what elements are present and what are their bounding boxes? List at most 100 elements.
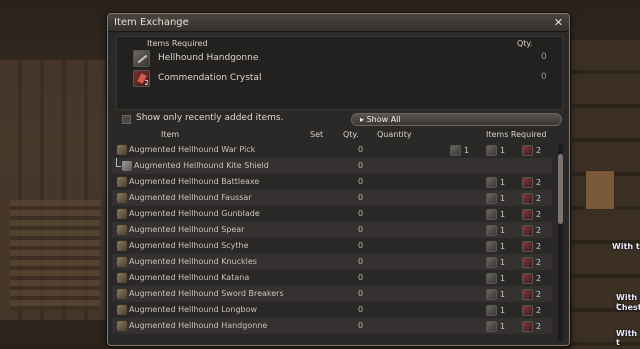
required-item-cell[interactable]: 2	[522, 224, 541, 236]
window-titlebar[interactable]: Item Exchange ✕	[108, 14, 569, 32]
list-item[interactable]: Augmented Hellhound Sword Breakers 0 1 2	[112, 286, 552, 302]
required-count: 2	[536, 273, 542, 283]
required-count: 2	[536, 177, 542, 187]
crystal-icon	[522, 288, 533, 300]
required-item-cell[interactable]: 1	[486, 304, 505, 316]
item-qty: 0	[358, 321, 364, 330]
required-item-cell[interactable]: 1	[486, 224, 505, 236]
item-qty: 0	[358, 177, 364, 186]
material-icon	[486, 176, 497, 188]
material-icon	[486, 304, 497, 316]
required-item-cell[interactable]: 2	[522, 256, 541, 268]
item-name: Augmented Hellhound Kite Shield	[134, 161, 269, 170]
required-item-cell[interactable]: 2	[522, 288, 541, 300]
required-item-cell[interactable]: 1	[486, 144, 505, 156]
weapon-icon	[117, 177, 127, 187]
required-item-cell[interactable]: 2	[522, 272, 541, 284]
side-chat-line: With t	[612, 242, 640, 251]
items-required-panel: Items Required Qty. Hellhound Handgonne …	[116, 36, 563, 110]
list-item[interactable]: Augmented Hellhound Spear 0 1 2	[112, 222, 552, 238]
required-count: 2	[536, 257, 542, 267]
required-item-cell[interactable]: 1	[486, 240, 505, 252]
column-header-set[interactable]: Set	[310, 130, 323, 139]
required-item[interactable]: 2 Commendation Crystal	[133, 69, 261, 87]
item-qty: 0	[358, 273, 364, 282]
list-item[interactable]: Augmented Hellhound Faussar 0 1 2	[112, 190, 552, 206]
required-items-header: Items Required	[147, 39, 208, 48]
item-name: Augmented Hellhound Gunblade	[129, 209, 260, 218]
crystal-icon	[522, 320, 533, 332]
item-qty: 0	[358, 193, 364, 202]
weapon-icon	[117, 145, 127, 155]
required-item-cell[interactable]: 2	[522, 208, 541, 220]
crystal-icon	[522, 208, 533, 220]
required-count: 2	[536, 321, 542, 331]
required-count: 2	[536, 193, 542, 203]
list-item[interactable]: Augmented Hellhound Gunblade 0 1 2	[112, 206, 552, 222]
material-icon	[486, 320, 497, 332]
required-item-name: Hellhound Handgonne	[158, 53, 259, 63]
required-item[interactable]: Hellhound Handgonne	[133, 49, 258, 67]
required-item-name: Commendation Crystal	[158, 73, 262, 83]
column-header-quantity[interactable]: Quantity	[377, 130, 412, 139]
required-item-cell[interactable]: 1	[486, 272, 505, 284]
item-name: Augmented Hellhound Sword Breakers	[129, 289, 284, 298]
list-item[interactable]: Augmented Hellhound Kite Shield 0	[112, 158, 552, 174]
show-all-dropdown[interactable]: ▸ Show All	[351, 113, 562, 126]
required-item-cell[interactable]: 1	[450, 144, 469, 156]
required-count: 2	[536, 305, 542, 315]
required-item-cell[interactable]: 2	[522, 192, 541, 204]
side-chat-line: With t	[616, 329, 638, 347]
material-icon	[450, 144, 461, 156]
required-item-cell[interactable]: 2	[522, 304, 541, 316]
list-scrollbar[interactable]	[558, 144, 563, 342]
required-item-cell[interactable]: 1	[486, 320, 505, 332]
list-item[interactable]: Augmented Hellhound Longbow 0 1 2	[112, 302, 552, 318]
required-count: 2	[536, 241, 542, 251]
required-item-cell[interactable]: 1	[486, 256, 505, 268]
crystal-icon	[522, 256, 533, 268]
required-item-cell[interactable]: 2	[522, 240, 541, 252]
list-item[interactable]: Augmented Hellhound Katana 0 1 2	[112, 270, 552, 286]
item-name: Augmented Hellhound Faussar	[129, 193, 252, 202]
required-item-cell[interactable]: 1	[486, 192, 505, 204]
required-count: 1	[500, 209, 506, 219]
recent-items-checkbox[interactable]	[122, 115, 131, 124]
list-item[interactable]: Augmented Hellhound Scythe 0 1 2	[112, 238, 552, 254]
close-x-icon[interactable]: ✕	[552, 16, 565, 29]
list-item[interactable]: Augmented Hellhound Knuckles 0 1 2	[112, 254, 552, 270]
crystal-icon	[522, 176, 533, 188]
weapon-icon	[117, 321, 127, 331]
required-item-qty: 0	[541, 72, 547, 82]
crystal-icon	[522, 192, 533, 204]
scroll-thumb[interactable]	[558, 154, 563, 224]
weapon-icon	[122, 161, 132, 171]
weapon-icon	[117, 241, 127, 251]
required-item-cell[interactable]: 2	[522, 144, 541, 156]
recent-items-label: Show only recently added items.	[136, 113, 284, 123]
required-item-cell[interactable]: 2	[522, 176, 541, 188]
column-header-items-required[interactable]: Items Required	[486, 130, 547, 139]
required-item-cell[interactable]: 1	[486, 176, 505, 188]
crystal-icon	[522, 144, 533, 156]
crystal-icon	[522, 240, 533, 252]
item-qty: 0	[358, 305, 364, 314]
column-header-item[interactable]: Item	[161, 130, 179, 139]
material-icon	[486, 192, 497, 204]
required-item-cell[interactable]: 2	[522, 320, 541, 332]
required-item-cell[interactable]: 1	[486, 208, 505, 220]
window-title: Item Exchange	[114, 17, 189, 28]
item-name: Augmented Hellhound Knuckles	[129, 257, 257, 266]
crystal-icon	[522, 304, 533, 316]
list-item[interactable]: Augmented Hellhound Handgonne 0 1 2	[112, 318, 552, 334]
required-item-qty: 0	[541, 52, 547, 62]
required-item-cell[interactable]: 1	[486, 288, 505, 300]
column-header-qty[interactable]: Qty.	[343, 130, 359, 139]
item-name: Augmented Hellhound Katana	[129, 273, 250, 282]
required-qty-header: Qty.	[517, 39, 533, 48]
weapon-icon	[117, 305, 127, 315]
wall-poster	[585, 170, 615, 210]
list-item[interactable]: Augmented Hellhound War Pick 0 1 1 2	[112, 142, 552, 158]
list-item[interactable]: Augmented Hellhound Battleaxe 0 1 2	[112, 174, 552, 190]
required-count: 1	[500, 177, 506, 187]
